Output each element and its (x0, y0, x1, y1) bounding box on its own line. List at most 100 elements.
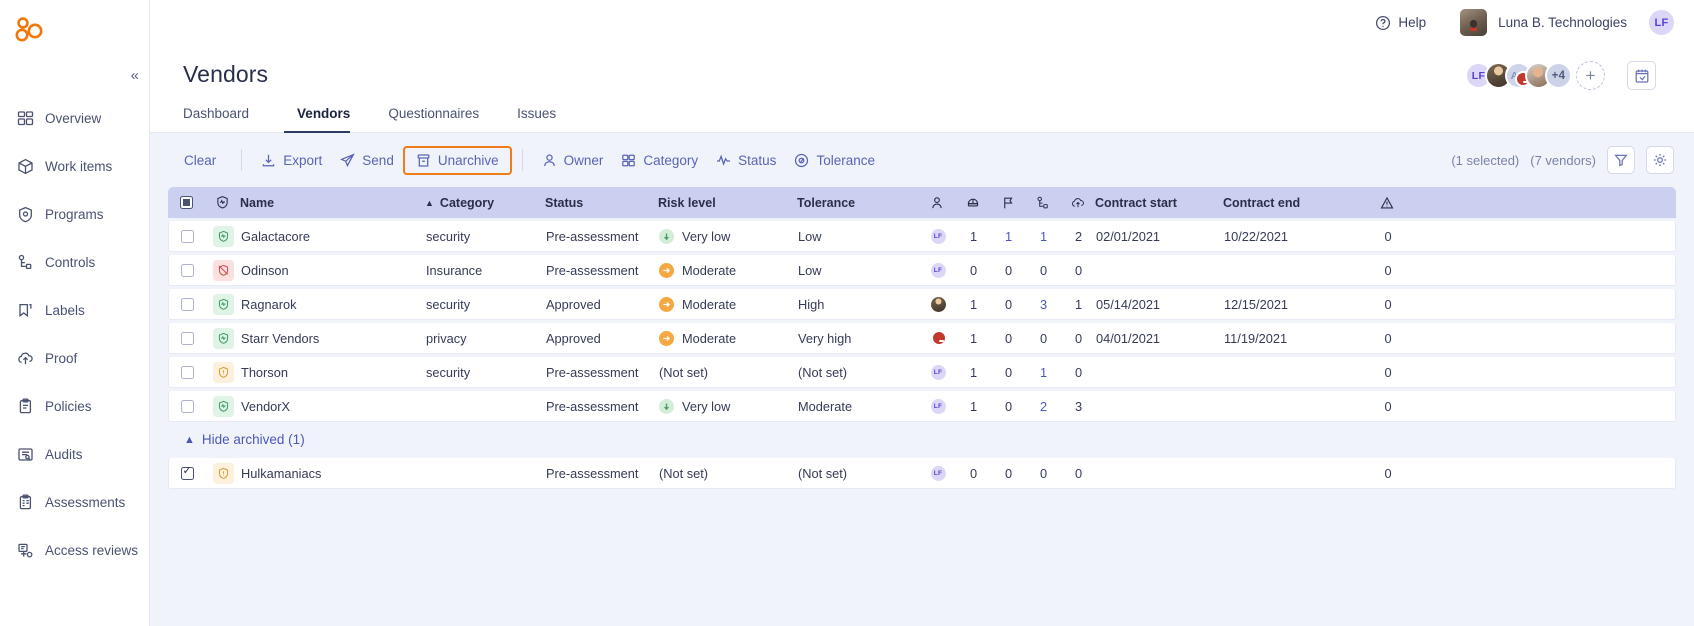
sidebar-item-controls[interactable]: Controls (0, 238, 149, 286)
board-view-button[interactable] (1627, 61, 1656, 90)
add-collaborator-button[interactable]: + (1576, 61, 1605, 90)
collaborator-avatar-group: LF AB +4 + (1465, 61, 1605, 90)
vendor-name[interactable]: Starr Vendors (241, 331, 426, 346)
tab-vendors[interactable]: Vendors (284, 106, 363, 133)
status-filter-button[interactable]: Status (707, 147, 785, 174)
app-logo[interactable] (0, 6, 149, 50)
tab-dashboard[interactable]: Dashboard (183, 106, 262, 132)
vendor-name[interactable]: Ragnarok (241, 297, 426, 312)
metric-cell[interactable]: 2 (1026, 399, 1061, 414)
sidebar-item-audits[interactable]: Audits (0, 430, 149, 478)
row-checkbox[interactable] (169, 365, 205, 379)
metric-value: 1 (969, 296, 978, 312)
column-header-name[interactable]: Name (240, 196, 425, 210)
controls-icon (1036, 196, 1048, 208)
sidebar-item-label: Work items (45, 158, 113, 174)
column-header-contract-end[interactable]: Contract end (1223, 196, 1359, 210)
filter-button[interactable] (1607, 146, 1635, 174)
gear-icon (1653, 153, 1667, 167)
sidebar-item-label: Proof (45, 350, 78, 366)
unarchive-button[interactable]: Unarchive (402, 145, 512, 175)
organization-switcher[interactable]: Luna B. Technologies (1460, 9, 1627, 36)
sidebar-collapse-button[interactable]: « (131, 68, 139, 83)
category-filter-button[interactable]: Category (612, 147, 707, 174)
clear-selection-button[interactable]: Clear (184, 147, 225, 174)
column-header-tolerance[interactable]: Tolerance (797, 196, 919, 210)
export-button[interactable]: Export (252, 147, 331, 174)
sidebar-item-access-reviews[interactable]: Access reviews (0, 526, 149, 574)
select-all-checkbox[interactable] (168, 196, 204, 209)
metric-cell[interactable]: 1 (1026, 229, 1061, 244)
row-checkbox[interactable] (169, 297, 205, 311)
risk-level-value: (Not set) (659, 364, 709, 380)
sidebar-item-label: Controls (45, 254, 96, 270)
vendor-risk-level: Very low (659, 228, 798, 244)
avatar-overflow-count[interactable]: +4 (1545, 62, 1572, 89)
owner-avatar[interactable]: LF (929, 227, 947, 245)
owner-avatar[interactable] (929, 295, 947, 313)
column-header-contract-start[interactable]: Contract start (1095, 196, 1223, 210)
vendor-name[interactable]: Odinson (241, 263, 426, 278)
vendor-name[interactable]: Thorson (241, 365, 426, 380)
vendor-health-shield (205, 259, 241, 281)
vendor-name[interactable]: Hulkamaniacs (241, 466, 426, 481)
tab-issues[interactable]: Issues (504, 106, 569, 132)
column-header-risk-level[interactable]: Risk level (658, 196, 797, 210)
metric-cell: 0 (1026, 331, 1061, 346)
sidebar-item-labels[interactable]: Labels (0, 286, 149, 334)
table-row[interactable]: Starr Vendors privacy Approved Moderate Very… (168, 323, 1676, 354)
metric-value: 2 (1039, 398, 1048, 414)
tab-questionnaires[interactable]: Questionnaires (375, 106, 492, 132)
row-checkbox[interactable] (169, 399, 205, 413)
user-avatar[interactable]: LF (1647, 8, 1676, 37)
table-row[interactable]: Ragnarok security Approved Moderate High 1 0 3 1… (168, 289, 1676, 320)
page-tabs: Dashboard Vendors Questionnaires Issues (150, 90, 1694, 133)
metric-cell: 0 (956, 466, 991, 481)
hide-archived-toggle[interactable]: ▲ Hide archived (1) (168, 422, 1676, 455)
column-header-status[interactable]: Status (545, 196, 658, 210)
vendor-owner: LF (920, 363, 956, 381)
sidebar-item-overview[interactable]: Overview (0, 94, 149, 142)
send-button[interactable]: Send (331, 147, 403, 174)
table-row[interactable]: Hulkamaniacs Pre-assessment (Not set) (Not … (168, 458, 1676, 489)
vendor-risk-level: Moderate (659, 330, 798, 346)
content-panel: Clear Export Send Unarchive Owner Catego… (150, 133, 1694, 626)
vendor-name[interactable]: Galactacore (241, 229, 426, 244)
vendor-name[interactable]: VendorX (241, 399, 426, 414)
table-row[interactable]: VendorX Pre-assessment Very low Moderate LF 1… (168, 391, 1676, 422)
sidebar-item-work-items[interactable]: Work items (0, 142, 149, 190)
table-row[interactable]: Odinson Insurance Pre-assessment Moderate Lo… (168, 255, 1676, 286)
metric-cell[interactable]: 3 (1026, 297, 1061, 312)
sidebar-item-policies[interactable]: Policies (0, 382, 149, 430)
sidebar-item-programs[interactable]: Programs (0, 190, 149, 238)
metric-cell[interactable]: 1 (1026, 365, 1061, 380)
sidebar-item-proof[interactable]: Proof (0, 334, 149, 382)
table-row[interactable]: Thorson security Pre-assessment (Not set) (N… (168, 357, 1676, 388)
help-button[interactable]: Help (1375, 15, 1426, 31)
row-checkbox[interactable] (169, 331, 205, 345)
page-title: Vendors (183, 61, 269, 87)
helmet-icon (967, 198, 978, 206)
vendor-status: Approved (546, 296, 601, 312)
vendor-tolerance: Very high (798, 330, 852, 346)
sidebar-item-assessments[interactable]: Assessments (0, 478, 149, 526)
column-header-warning-icon (1359, 196, 1415, 210)
vendor-owner: LF (920, 397, 956, 415)
owner-avatar[interactable]: LF (929, 397, 947, 415)
tolerance-filter-button[interactable]: Tolerance (785, 147, 884, 174)
owner-avatar[interactable]: AB (929, 329, 947, 347)
column-header-category[interactable]: ▲ Category (425, 196, 545, 210)
row-checkbox[interactable] (169, 263, 205, 277)
owner-filter-button[interactable]: Owner (533, 147, 613, 174)
metric-cell[interactable]: 1 (991, 229, 1026, 244)
owner-avatar[interactable]: LF (929, 363, 947, 381)
table-row[interactable]: Galactacore security Pre-assessment Very lo… (168, 221, 1676, 252)
tolerance-label: Tolerance (816, 152, 875, 168)
settings-button[interactable] (1646, 146, 1674, 174)
sidebar-item-label: Labels (45, 302, 85, 318)
owner-avatar[interactable]: LF (929, 464, 947, 482)
vendor-health-shield (205, 327, 241, 349)
owner-avatar[interactable]: LF (929, 261, 947, 279)
row-checkbox[interactable] (169, 465, 205, 480)
row-checkbox[interactable] (169, 229, 205, 243)
